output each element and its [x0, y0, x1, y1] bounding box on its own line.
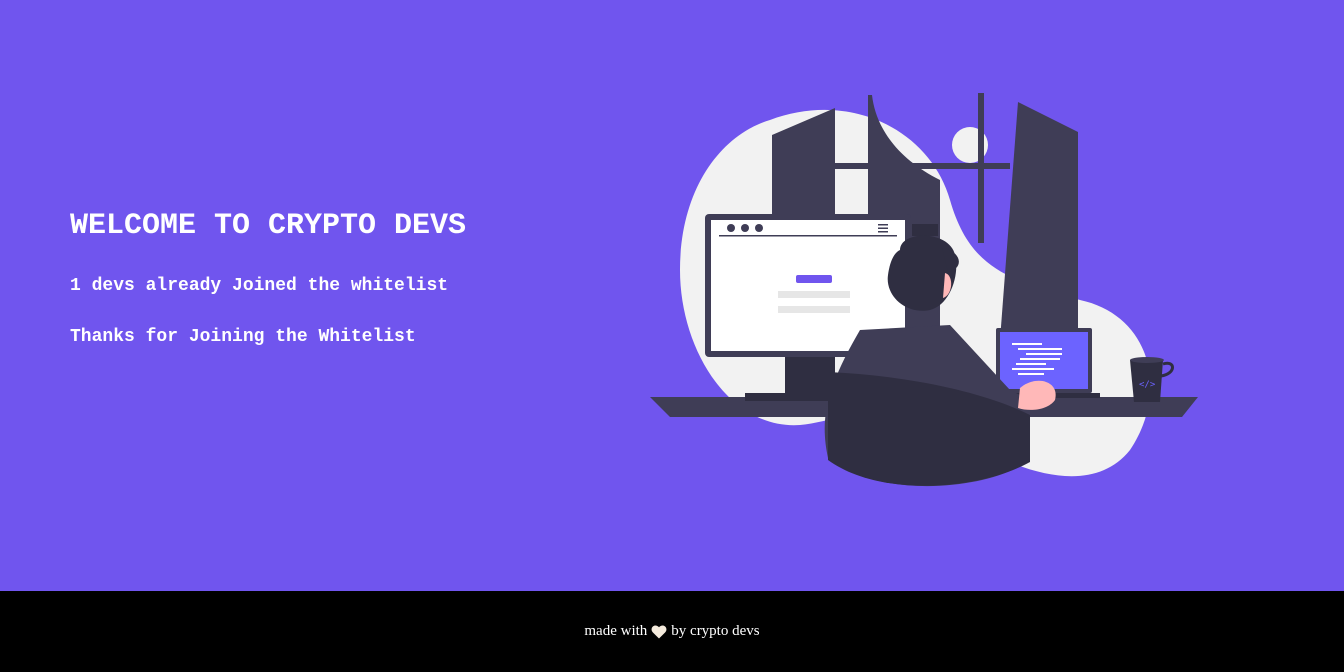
page-title: WELCOME TO CRYPTO DEVS	[70, 209, 467, 243]
menu-icon	[878, 224, 888, 226]
keyboard	[745, 393, 835, 401]
window-dot-icon	[755, 224, 763, 232]
window-dot-icon	[741, 224, 749, 232]
footer-suffix: by crypto devs	[671, 623, 760, 639]
window-dot-icon	[727, 224, 735, 232]
monitor-stand	[785, 357, 835, 397]
laptop-screen	[1000, 332, 1088, 389]
screen-button-shape	[796, 275, 832, 283]
heart-icon	[651, 625, 667, 638]
code-symbol-icon: </>	[1139, 380, 1156, 390]
footer-credit: made with by crypto devs	[584, 623, 759, 640]
main-section: WELCOME TO CRYPTO DEVS 1 devs already Jo…	[0, 0, 1344, 591]
window-post	[978, 93, 984, 243]
developer-illustration: </>	[650, 93, 1198, 487]
footer: made with by crypto devs	[0, 591, 1344, 672]
joined-count-text: 1 devs already Joined the whitelist	[70, 276, 449, 296]
right-building	[1000, 102, 1078, 340]
whitelist-status-text: Thanks for Joining the Whitelist	[70, 327, 416, 347]
footer-prefix: made with	[584, 623, 648, 639]
